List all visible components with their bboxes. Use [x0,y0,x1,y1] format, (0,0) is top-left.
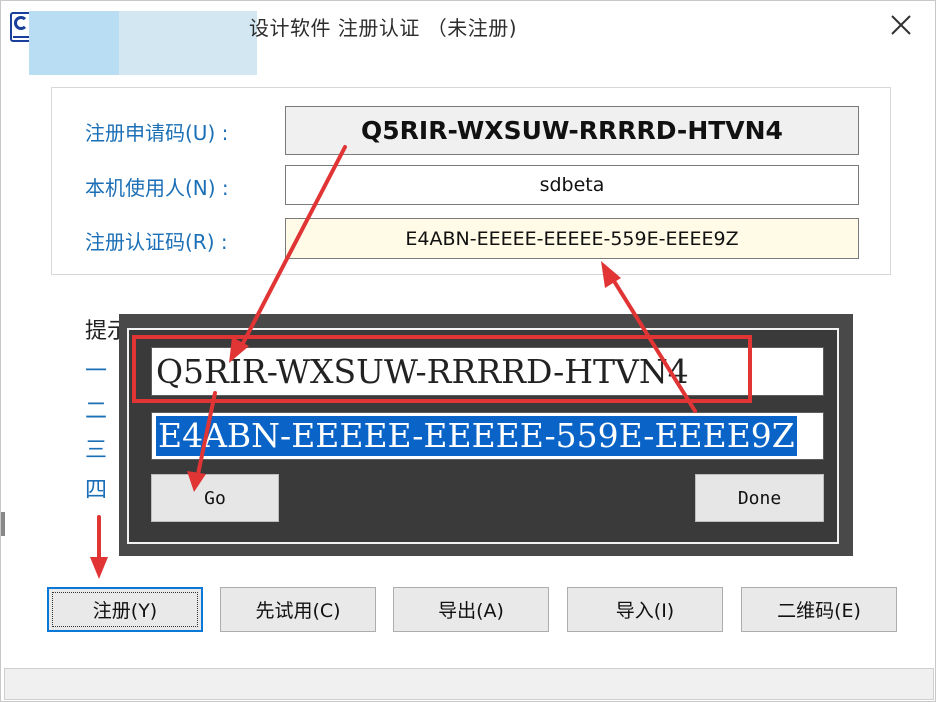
window-edge [1,512,5,536]
annotation-highlight-box [132,335,752,403]
apply-code-label: 注册申请码(U) : [85,121,229,145]
register-button-label: 注册(Y) [92,600,158,622]
keygen-key-selection: E4ABN-EEEEE-EEEEE-559E-EEEE9Z [156,416,797,456]
register-button[interactable]: 注册(Y) [47,587,203,632]
import-button[interactable]: 导入(I) [567,587,723,632]
done-button[interactable]: Done [695,474,824,522]
window-title: 设计软件 注册认证 （未注册) [249,16,518,40]
auth-code-label: 注册认证码(R) : [85,230,228,254]
export-button[interactable]: 导出(A) [393,587,549,632]
keygen-key-input[interactable]: E4ABN-EEEEE-EEEEE-559E-EEEE9Z [151,412,824,460]
user-label: 本机使用人(N) : [85,176,229,200]
auth-code-field[interactable]: E4ABN-EEEEE-EEEEE-559E-EEEE9Z [285,218,859,259]
registration-window: 设计软件 注册认证 （未注册) 注册申请码(U) : Q5RIR-WXSUW-R… [0,0,936,702]
hint-item: 二 [85,399,108,424]
qrcode-button[interactable]: 二维码(E) [741,587,897,632]
apply-code-field[interactable]: Q5RIR-WXSUW-RRRRD-HTVN4 [285,106,859,155]
hint-item: 一 [85,359,108,384]
arrow-head-icon [90,557,108,579]
redacted-area [29,11,121,75]
go-button[interactable]: Go [151,474,279,522]
hint-item: 三 [85,438,108,463]
redacted-area [119,11,257,75]
user-field[interactable]: sdbeta [285,165,859,205]
close-button[interactable] [879,5,923,45]
close-icon [891,15,911,35]
trial-button[interactable]: 先试用(C) [220,587,376,632]
hint-item: 四 [85,478,108,503]
status-bar [4,668,934,700]
